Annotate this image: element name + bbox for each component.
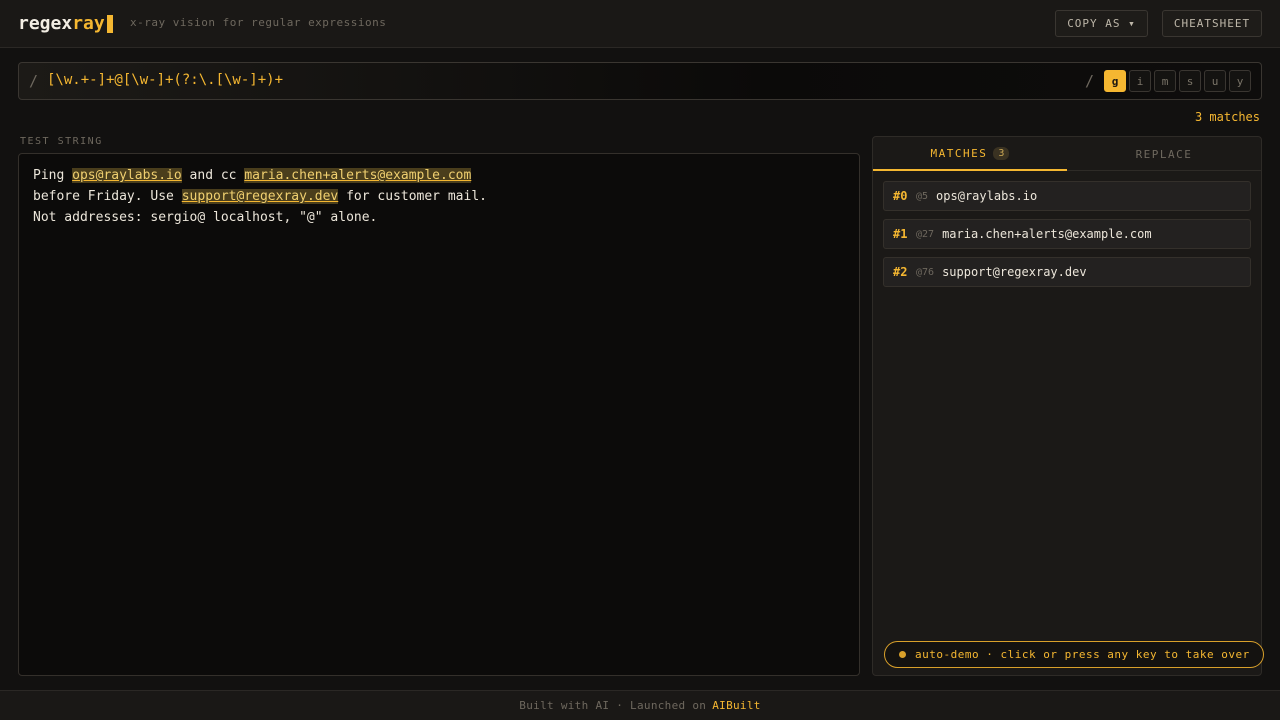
match-count: 3 matches [1194, 110, 1260, 124]
match-list: #0 @5 ops@raylabs.io #1 @27 maria.chen+a… [883, 181, 1251, 295]
results-panel: MATCHES 3 REPLACE #0 @5 ops@raylabs.io #… [872, 136, 1262, 676]
tab-matches-label: MATCHES [930, 146, 988, 160]
editor-line: Ping ops@raylabs.io and cc maria.chen+al… [33, 165, 845, 186]
logo-text-regex: regex [18, 13, 73, 34]
match-index: #1 [893, 227, 908, 241]
footer-brand-link[interactable]: AIBuilt [712, 699, 760, 712]
plain-text: and cc [181, 168, 245, 183]
editor-line: Not addresses: sergio@ localhost, "@" al… [33, 207, 845, 228]
tab-replace[interactable]: REPLACE [1067, 137, 1261, 171]
regex-close-slash: / [1085, 72, 1095, 90]
match-highlight[interactable]: ops@raylabs.io [72, 168, 182, 183]
flag-u-toggle[interactable]: u [1204, 70, 1226, 92]
match-item[interactable]: #1 @27 maria.chen+alerts@example.com [883, 219, 1251, 249]
logo[interactable]: regex ray [18, 12, 113, 36]
match-position: @27 [916, 228, 935, 240]
match-position: @5 [916, 190, 929, 202]
match-text: maria.chen+alerts@example.com [942, 227, 1152, 241]
top-bar: regex ray x-ray vision for regular expres… [0, 0, 1280, 48]
test-string-editor[interactable]: Ping ops@raylabs.io and cc maria.chen+al… [18, 153, 860, 676]
copy-as-button[interactable]: COPY AS ▾ [1055, 10, 1148, 37]
flag-s-toggle[interactable]: s [1179, 70, 1201, 92]
flag-toggles: g i m s u y [1104, 70, 1251, 92]
test-string-label: TEST STRING [20, 136, 103, 147]
match-position: @76 [916, 266, 935, 278]
flag-m-toggle[interactable]: m [1154, 70, 1176, 92]
plain-text: Ping [33, 168, 73, 183]
editor-line: before Friday. Use support@regexray.dev … [33, 186, 845, 207]
tagline: x-ray vision for regular expressions [130, 16, 387, 29]
match-index: #2 [893, 265, 908, 279]
plain-text: for customer mail. [338, 189, 487, 204]
match-highlight[interactable]: maria.chen+alerts@example.com [244, 168, 472, 183]
match-index: #0 [893, 189, 908, 203]
regex-input-bar[interactable]: / [\w.+-]+@[\w-]+(?:\.[\w-]+)+ / g i m s… [18, 62, 1262, 100]
match-item[interactable]: #2 @76 support@regexray.dev [883, 257, 1251, 287]
status-dot-icon [899, 651, 906, 658]
results-tabs: MATCHES 3 REPLACE [873, 137, 1261, 171]
regex-pattern-input[interactable]: [\w.+-]+@[\w-]+(?:\.[\w-]+)+ [47, 72, 283, 88]
flag-i-toggle[interactable]: i [1129, 70, 1151, 92]
footer-text: Built with AI · Launched on [519, 699, 707, 712]
tab-matches[interactable]: MATCHES 3 [873, 137, 1067, 171]
cursor-block-icon [106, 15, 113, 33]
match-highlight[interactable]: support@regexray.dev [181, 189, 339, 204]
auto-demo-text: auto-demo · click or press any key to ta… [915, 648, 1250, 661]
match-text: ops@raylabs.io [936, 189, 1038, 203]
match-item[interactable]: #0 @5 ops@raylabs.io [883, 181, 1251, 211]
regex-open-slash: / [29, 72, 39, 90]
match-text: support@regexray.dev [942, 265, 1087, 279]
match-count-badge: 3 [993, 146, 1010, 160]
cheatsheet-button[interactable]: CHEATSHEET [1162, 10, 1262, 37]
tab-replace-label: REPLACE [1135, 147, 1193, 161]
footer: Built with AI · Launched on AIBuilt [0, 690, 1280, 720]
auto-demo-banner[interactable]: auto-demo · click or press any key to ta… [884, 641, 1264, 668]
logo-text-ray: ray [72, 13, 105, 34]
plain-text: before Friday. Use [33, 189, 182, 204]
flag-y-toggle[interactable]: y [1229, 70, 1251, 92]
plain-text: Not addresses: sergio@ localhost, "@" al… [33, 210, 378, 225]
flag-g-toggle[interactable]: g [1104, 70, 1126, 92]
